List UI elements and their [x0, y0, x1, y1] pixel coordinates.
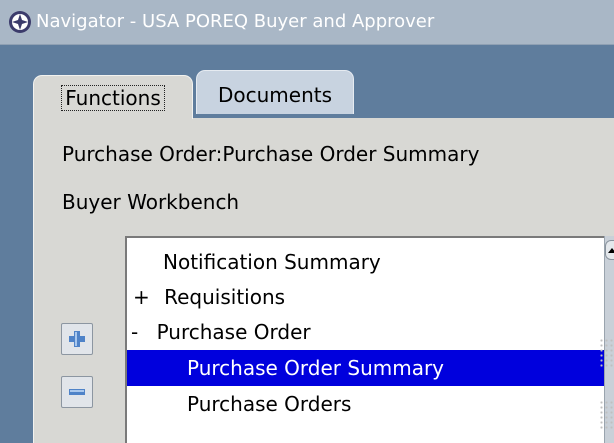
tree-item-purchase-order-summary[interactable]: Purchase Order Summary — [127, 350, 604, 386]
scroll-up-button[interactable] — [605, 240, 614, 260]
expand-button[interactable] — [61, 323, 93, 355]
tree-item-label: Purchase Order Summary — [187, 356, 445, 380]
oracle-apps-icon[interactable] — [8, 10, 32, 34]
tree-item-purchase-orders[interactable]: Purchase Orders — [127, 386, 604, 422]
tree-expander[interactable]: + — [133, 285, 150, 309]
tab-functions[interactable]: Functions — [33, 75, 193, 119]
collapse-button[interactable] — [61, 376, 93, 408]
tab-functions-label: Functions — [61, 85, 165, 111]
title-bar[interactable]: Navigator - USA POREQ Buyer and Approver — [0, 0, 614, 45]
tree-item-label: Notification Summary — [163, 250, 381, 274]
minus-icon — [69, 389, 85, 395]
top-function-label: Buyer Workbench — [62, 190, 240, 214]
resize-grip[interactable] — [599, 400, 613, 430]
current-function-path: Purchase Order:Purchase Order Summary — [62, 142, 480, 166]
tree-item-label: Purchase Order — [156, 320, 311, 344]
resize-grip[interactable] — [599, 338, 613, 368]
tree-item-purchase-order[interactable]: - Purchase Order — [127, 314, 604, 350]
plus-icon — [69, 331, 85, 347]
tree-item-label: Requisitions — [164, 285, 286, 309]
tab-documents-label: Documents — [217, 83, 333, 107]
tab-documents[interactable]: Documents — [196, 70, 354, 114]
window-title: Navigator - USA POREQ Buyer and Approver — [36, 11, 435, 32]
tree-item-requisitions[interactable]: + Requisitions — [127, 279, 604, 315]
arrow-up-icon — [608, 248, 614, 253]
function-tree[interactable]: Notification Summary + Requisitions - Pu… — [125, 236, 614, 443]
tree-item-label: Purchase Orders — [187, 392, 352, 416]
functions-panel: Purchase Order:Purchase Order Summary Bu… — [33, 118, 614, 443]
tree-item-notification-summary[interactable]: Notification Summary — [127, 244, 604, 280]
tree-expander[interactable]: - — [131, 320, 138, 344]
